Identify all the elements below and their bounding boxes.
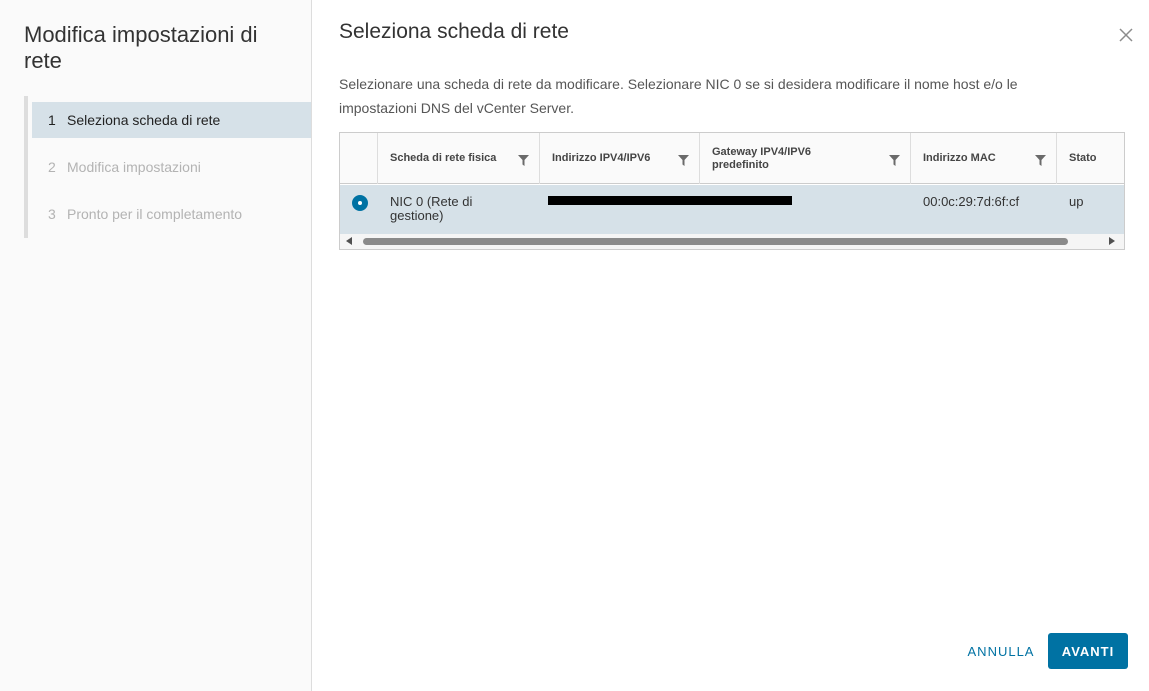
wizard-main: Seleziona scheda di rete Selezionare una… [313,0,1149,691]
select-column-header [340,133,378,184]
cell-status: up [1069,194,1084,209]
column-label: Stato [1069,152,1097,164]
row-select-cell [340,185,378,234]
cell-gateway [700,185,911,234]
step-number: 1 [48,112,56,128]
page-title: Seleziona scheda di rete [339,20,569,43]
filter-icon[interactable] [678,155,689,166]
step-number: 2 [48,159,56,175]
step-select-nic[interactable]: 1 Seleziona scheda di rete [32,102,311,138]
page-description: Selezionare una scheda di rete da modifi… [339,76,1018,116]
filter-icon[interactable] [518,155,529,166]
column-header-mac[interactable]: Indirizzo MAC [911,133,1057,184]
horizontal-scrollbar[interactable] [340,234,1124,249]
step-label: Modifica impostazioni [67,159,201,175]
step-number: 3 [48,206,56,222]
column-header-ip[interactable]: Indirizzo IPV4/IPV6 [540,133,700,184]
redaction-bar [548,196,792,205]
next-button[interactable]: AVANTI [1048,633,1128,669]
cell-mac: 00:0c:29:7d:6f:cf [923,194,1020,209]
scroll-left-icon[interactable] [346,237,352,245]
step-edit-settings: 2 Modifica impostazioni [32,149,311,185]
table-row[interactable]: NIC 0 (Rete di gestione) 00:0c:29:7d:6f:… [340,185,1124,234]
wizard-title: Modifica impostazioni di rete [24,22,258,73]
step-ready-to-complete: 3 Pronto per il completamento [32,196,311,232]
nic-datagrid: Scheda di rete fisica Indirizzo IPV4/IPV… [339,132,1125,250]
filter-icon[interactable] [1035,155,1046,166]
column-header-nic[interactable]: Scheda di rete fisica [378,133,540,184]
cancel-button[interactable]: ANNULLA [959,634,1043,668]
column-label: Scheda di rete fisica [390,152,497,164]
column-header-gateway[interactable]: Gateway IPV4/IPV6 predefinito [700,133,911,184]
column-label: Indirizzo MAC [923,152,996,164]
scrollbar-thumb[interactable] [363,238,1068,245]
column-label: Indirizzo IPV4/IPV6 [552,152,651,164]
grid-header: Scheda di rete fisica Indirizzo IPV4/IPV… [340,133,1124,184]
cell-ip [540,185,700,234]
wizard-sidebar: Modifica impostazioni di rete 1 Selezion… [0,0,312,691]
filter-icon[interactable] [889,155,900,166]
scroll-right-icon[interactable] [1109,237,1115,245]
step-label: Seleziona scheda di rete [67,112,221,128]
column-header-status[interactable]: Stato [1057,133,1124,184]
row-radio-button[interactable] [352,195,368,211]
cell-nic: NIC 0 (Rete di gestione) [390,194,473,223]
step-label: Pronto per il completamento [67,206,243,222]
wizard-steps: 1 Seleziona scheda di rete 2 Modifica im… [24,96,312,238]
column-label: Gateway IPV4/IPV6 predefinito [712,145,812,171]
close-icon[interactable] [1117,26,1135,44]
